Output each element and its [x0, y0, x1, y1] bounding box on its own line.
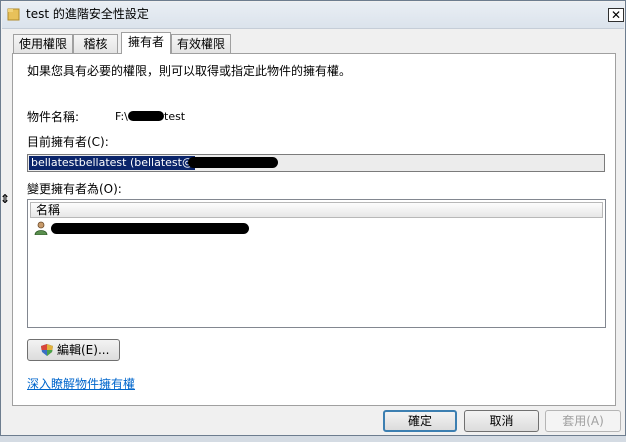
redacted-user-name [51, 223, 249, 234]
current-owner-value: bellatestbellatest (bellatest@ [29, 156, 195, 170]
redacted-object-path [128, 111, 164, 121]
security-settings-window: test 的進階安全性設定 ✕ 使用權限 稽核 擁有者 有效權限 如果您具有必要… [0, 0, 626, 436]
resize-handle-icon[interactable]: ⇕ [0, 192, 10, 206]
edit-button[interactable]: 編輯(E)... [27, 339, 120, 361]
window-title: test 的進階安全性設定 [26, 7, 149, 21]
list-item[interactable] [31, 220, 291, 236]
apply-button: 套用(A) [545, 410, 621, 432]
change-owner-label: 變更擁有者為(O): [27, 182, 122, 196]
current-owner-field[interactable]: bellatestbellatest (bellatest@ [27, 154, 605, 172]
owner-description: 如果您具有必要的權限，則可以取得或指定此物件的擁有權。 [27, 64, 352, 78]
change-owner-list[interactable]: 名稱 [27, 199, 606, 328]
close-button[interactable]: ✕ [608, 8, 624, 22]
ok-button[interactable]: 確定 [383, 410, 457, 432]
user-icon [34, 221, 48, 235]
current-owner-label: 目前擁有者(C): [27, 135, 109, 149]
object-name-suffix: test [164, 110, 186, 123]
folder-icon [7, 8, 20, 21]
list-column-header[interactable]: 名稱 [30, 202, 603, 218]
object-name-label: 物件名稱: [27, 110, 80, 124]
redacted-owner-domain [188, 157, 278, 168]
title-bar[interactable]: test 的進階安全性設定 ✕ [2, 2, 624, 29]
learn-more-link[interactable]: 深入瞭解物件擁有權 [27, 376, 135, 392]
tab-effective-permissions[interactable]: 有效權限 [171, 34, 231, 53]
object-name-prefix: F:\ [115, 110, 128, 123]
cancel-button[interactable]: 取消 [464, 410, 539, 432]
shield-icon [41, 344, 53, 356]
tab-auditing[interactable]: 稽核 [73, 34, 118, 53]
tab-permissions[interactable]: 使用權限 [13, 34, 73, 53]
edit-button-label: 編輯(E)... [57, 343, 110, 357]
tab-owner[interactable]: 擁有者 [121, 32, 171, 54]
